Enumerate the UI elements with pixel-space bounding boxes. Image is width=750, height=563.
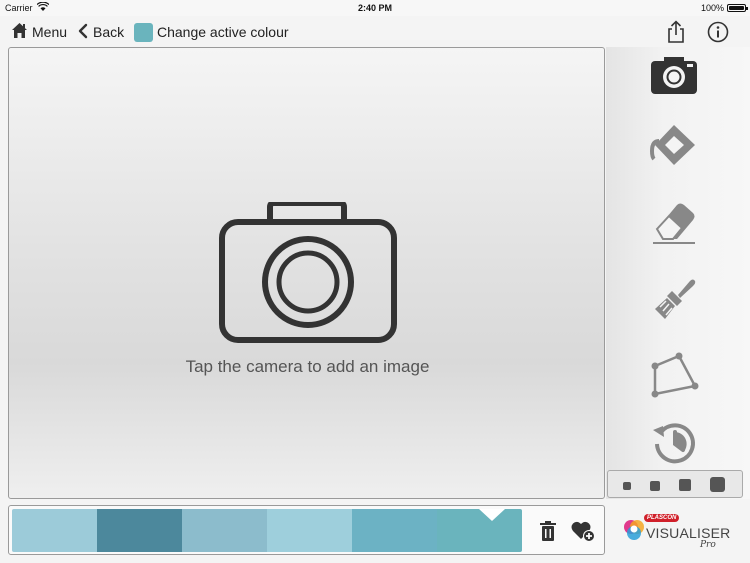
fill-bucket-icon [649, 123, 699, 172]
clock: 2:40 PM [357, 3, 392, 13]
battery-icon [727, 4, 748, 12]
polygon-tool[interactable] [648, 351, 700, 403]
menu-label: Menu [32, 24, 68, 40]
history-tool[interactable] [648, 419, 700, 471]
camera-icon [650, 55, 698, 100]
active-colour-swatch [134, 22, 153, 42]
share-icon[interactable] [664, 20, 688, 44]
palette-swatch[interactable] [352, 509, 437, 552]
brush-size-selector [607, 470, 743, 498]
canvas-hint: Tap the camera to add an image [185, 357, 430, 376]
trash-icon[interactable] [537, 520, 559, 542]
tool-panel [606, 47, 750, 499]
colour-palette [12, 509, 522, 552]
fill-tool[interactable] [648, 121, 700, 173]
camera-tool[interactable] [648, 51, 700, 103]
eraser-tool[interactable] [648, 197, 700, 249]
history-icon [651, 420, 697, 471]
paint-brush-icon [650, 275, 698, 328]
chevron-left-icon [77, 23, 89, 42]
logo-product: VISUALISER [646, 525, 731, 541]
logo-brand: PLASCON [644, 514, 680, 522]
home-icon [11, 22, 28, 42]
brush-size-large[interactable] [679, 479, 691, 491]
palette-swatch[interactable] [437, 509, 522, 552]
polygon-icon [649, 352, 699, 403]
back-button[interactable]: Back [77, 22, 124, 42]
info-icon[interactable] [706, 20, 730, 44]
menu-button[interactable]: Menu [11, 22, 67, 42]
change-colour-button[interactable]: Change active colour [134, 22, 289, 42]
colour-palette-bar [8, 505, 605, 555]
back-label: Back [93, 24, 125, 40]
palette-swatch[interactable] [97, 509, 182, 552]
heart-add-icon[interactable] [571, 520, 595, 542]
palette-swatch[interactable] [182, 509, 267, 552]
top-nav: Menu Back Change active colour [0, 17, 750, 47]
status-bar: Carrier 2:40 PM 100% [0, 0, 750, 16]
logo-swirl-icon [622, 518, 646, 547]
change-colour-label: Change active colour [157, 24, 289, 40]
brush-size-medium[interactable] [650, 481, 660, 491]
brush-size-small[interactable] [623, 482, 631, 490]
brush-size-xlarge[interactable] [710, 477, 725, 492]
eraser-icon [649, 197, 699, 250]
palette-swatch[interactable] [12, 509, 97, 552]
logo-edition: Pro [700, 540, 716, 550]
camera-icon[interactable] [218, 200, 398, 344]
brush-tool[interactable] [648, 275, 700, 327]
battery-percent: 100% [700, 3, 724, 13]
image-canvas[interactable]: Tap the camera to add an image [8, 47, 605, 499]
palette-swatch[interactable] [267, 509, 352, 552]
visualiser-logo: PLASCON VISUALISER Pro [620, 512, 735, 554]
